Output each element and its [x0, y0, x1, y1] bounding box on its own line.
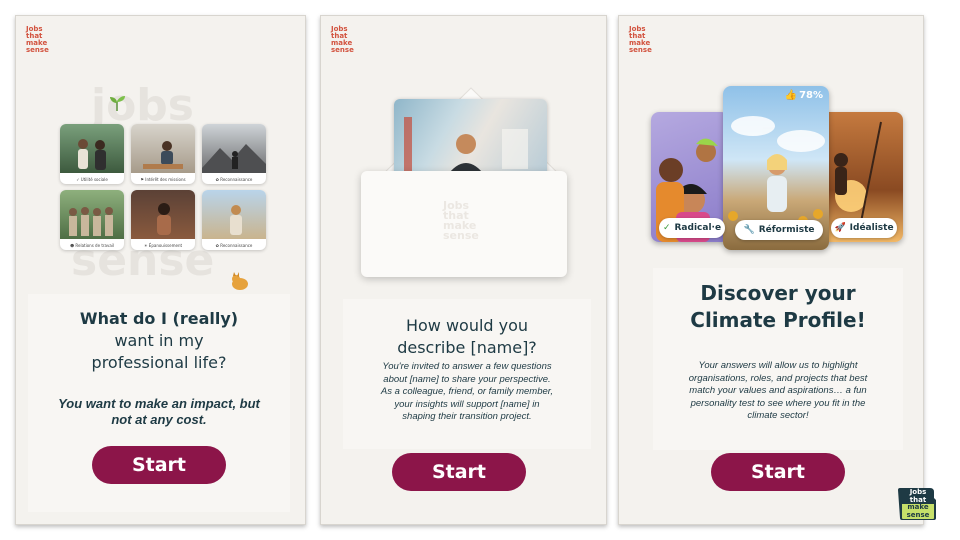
value-tile: ✓ Utilité sociale: [60, 124, 124, 184]
screen-what-do-i-want: Jobs that make sense jobs sense ✓ Utilité s…: [15, 15, 306, 525]
tile-caption: ☀ Épanouissement: [143, 243, 183, 248]
start-button[interactable]: Start: [92, 446, 226, 484]
screen-climate-profile: Jobs that make sense 👍 78% ✓ Radical·e 🔧…: [618, 15, 924, 525]
description-text: You're invited to answer a few questions…: [380, 361, 554, 422]
tile-caption: ✿ Reconnaissance: [215, 177, 253, 182]
description-text: Your answers will allow us to highlight …: [688, 360, 868, 421]
value-tile: ☀ Épanouissement: [131, 190, 195, 250]
envelope-body: Jobs that make sense: [361, 171, 567, 277]
rocket-icon: 🚀: [834, 223, 846, 233]
tile-caption: ✓ Utilité sociale: [76, 177, 108, 182]
envelope-watermark: Jobs that make sense: [443, 199, 479, 242]
corner-brand-logo: Jobs that make sense: [896, 486, 938, 522]
thumbs-up-icon: 👍: [784, 90, 798, 101]
page-title: Discover your Climate Profile!: [690, 281, 866, 332]
wrench-icon: 🔧: [743, 225, 755, 235]
tile-caption: ⚑ Intérêt des missions: [140, 177, 186, 182]
brand-logo: Jobs that make sense: [629, 25, 652, 54]
value-tile: ✿ Reconnaissance: [202, 190, 266, 250]
value-tile: ⚑ Intérêt des missions: [131, 124, 195, 184]
page-title: What do I (really) want in my profession…: [79, 309, 239, 372]
match-percent: 👍 78%: [784, 90, 823, 101]
value-tile: ✿ Reconnaissance: [202, 124, 266, 184]
value-tile: ☻ Relations de travail: [60, 190, 124, 250]
cat-icon: [232, 272, 248, 290]
tag-idealiste: 🚀 Idéaliste: [831, 218, 897, 238]
tile-caption: ✿ Reconnaissance: [215, 243, 253, 248]
start-button[interactable]: Start: [711, 453, 845, 491]
tag-reformiste: 🔧 Réformiste: [735, 220, 823, 240]
ghost-logo-top: jobs: [91, 80, 194, 131]
question-card: How would you describe [name]? You're in…: [343, 299, 591, 449]
brand-logo: Jobs that make sense: [26, 25, 49, 54]
question-card: Discover your Climate Profile! Your answ…: [653, 268, 903, 450]
check-icon: ✓: [662, 223, 671, 233]
sprout-icon: [110, 96, 125, 111]
subtitle: You want to make an impact, but not at a…: [58, 396, 260, 427]
screen-describe-name: Jobs that make sense Jobs that make sense How …: [320, 15, 607, 525]
tag-radical: ✓ Radical·e: [659, 218, 725, 238]
colleague-photo: [394, 99, 547, 177]
brand-logo: Jobs that make sense: [331, 25, 354, 54]
values-photo-grid: ✓ Utilité sociale ⚑ Intérêt des missions…: [60, 124, 266, 250]
page-title: How would you describe [name]?: [397, 316, 537, 357]
start-button[interactable]: Start: [392, 453, 526, 491]
tile-caption: ☻ Relations de travail: [69, 243, 115, 248]
